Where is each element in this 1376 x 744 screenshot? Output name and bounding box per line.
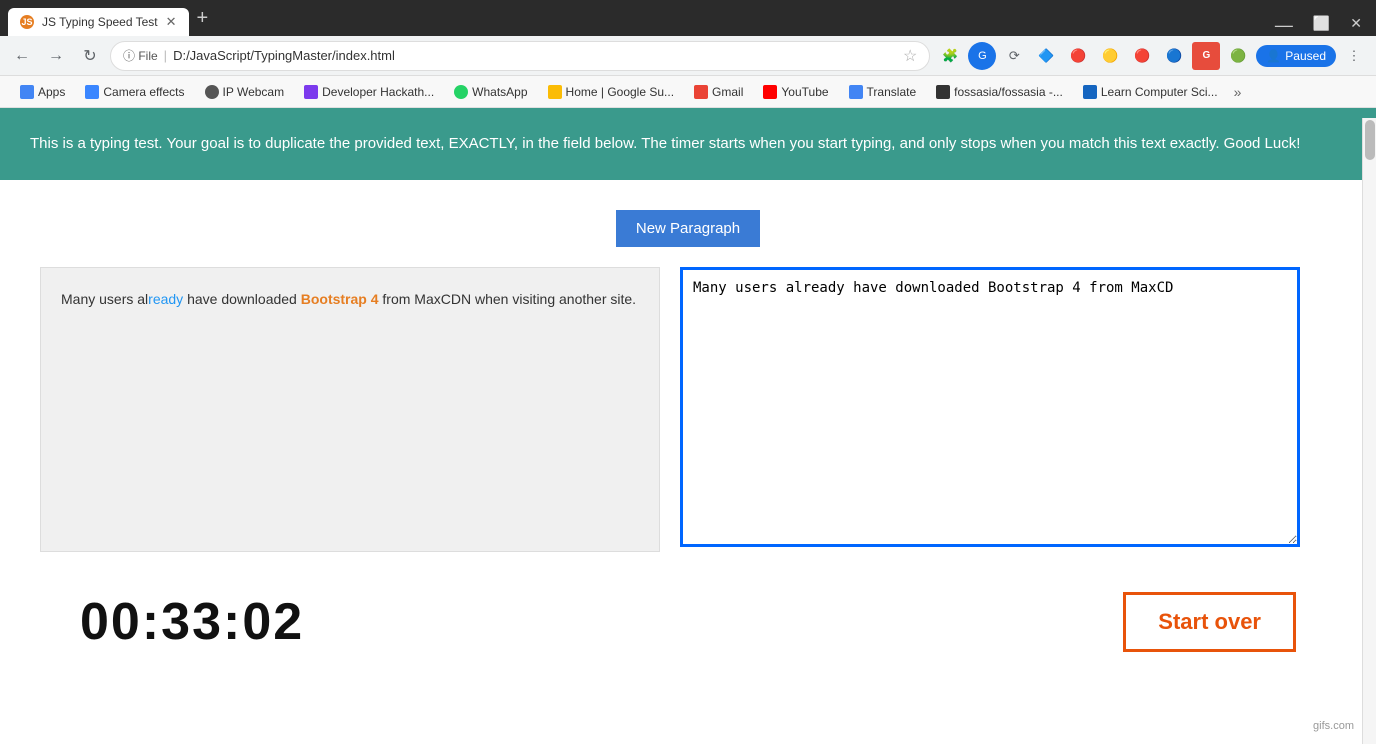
- google-icon: [548, 85, 562, 99]
- bookmark-learn[interactable]: Learn Computer Sci...: [1075, 83, 1226, 101]
- bookmark-translate[interactable]: Translate: [841, 83, 925, 101]
- gifs-watermark: gifs.com: [1309, 718, 1358, 734]
- timer-display: 00:33:02: [80, 592, 304, 652]
- refresh-button[interactable]: ↻: [76, 42, 104, 70]
- close-button[interactable]: ✕: [1350, 15, 1362, 36]
- learn-icon: [1083, 85, 1097, 99]
- bookmark-webcam[interactable]: IP Webcam: [197, 83, 293, 101]
- maximize-button[interactable]: ⬜: [1313, 15, 1330, 36]
- paused-button[interactable]: 👤 Paused: [1256, 45, 1336, 67]
- minimize-button[interactable]: —: [1275, 15, 1293, 36]
- gmail-icon: [694, 85, 708, 99]
- addon7-icon[interactable]: 🟢: [1224, 42, 1252, 70]
- addon1-icon[interactable]: 🔷: [1032, 42, 1060, 70]
- camera-icon: [85, 85, 99, 99]
- new-tab-button[interactable]: +: [189, 7, 217, 30]
- translate-icon: [849, 85, 863, 99]
- tab-title: JS Typing Speed Test: [42, 15, 158, 29]
- center-area: New Paragraph Many users already have do…: [40, 210, 1336, 552]
- star-icon[interactable]: ☆: [903, 46, 917, 66]
- scrollbar-thumb[interactable]: [1365, 120, 1375, 160]
- typing-input[interactable]: Many users already have downloaded Boots…: [680, 267, 1300, 547]
- source-text-box: Many users already have downloaded Boots…: [40, 267, 660, 552]
- bookmark-whatsapp[interactable]: WhatsApp: [446, 83, 535, 101]
- paused-label: Paused: [1285, 49, 1326, 63]
- fossasia-icon: [936, 85, 950, 99]
- bookmark-youtube[interactable]: YouTube: [755, 83, 836, 101]
- back-button[interactable]: ←: [8, 42, 36, 70]
- sync-icon[interactable]: ⟳: [1000, 42, 1028, 70]
- start-over-button[interactable]: Start over: [1123, 592, 1296, 652]
- scrollbar[interactable]: [1362, 118, 1376, 744]
- header-banner: This is a typing test. Your goal is to d…: [0, 108, 1376, 180]
- address-bar[interactable]: ⓘ File | D:/JavaScript/TypingMaster/inde…: [110, 41, 930, 71]
- webcam-icon: [205, 85, 219, 99]
- tab-favicon: JS: [20, 15, 34, 29]
- bookmarks-bar: Apps Camera effects IP Webcam Developer …: [0, 76, 1376, 108]
- window-controls: — ⬜ ✕: [1269, 15, 1368, 36]
- bookmark-apps[interactable]: Apps: [12, 83, 73, 101]
- tab-close-icon[interactable]: ✕: [166, 14, 177, 30]
- bookmark-google[interactable]: Home | Google Su...: [540, 83, 683, 101]
- browser-window: JS JS Typing Speed Test ✕ + — ⬜ ✕ ← → ↻ …: [0, 0, 1376, 682]
- bookmark-fossasia[interactable]: fossasia/fossasia -...: [928, 83, 1071, 101]
- address-url[interactable]: D:/JavaScript/TypingMaster/index.html: [173, 48, 897, 63]
- menu-icon[interactable]: ⋮: [1340, 42, 1368, 70]
- bookmark-camera[interactable]: Camera effects: [77, 83, 192, 101]
- bookmark-hackathon[interactable]: Developer Hackath...: [296, 83, 442, 101]
- address-file-label: ⓘ File: [123, 47, 158, 64]
- page-content: This is a typing test. Your goal is to d…: [0, 108, 1376, 682]
- forward-button[interactable]: →: [42, 42, 70, 70]
- addon5-icon[interactable]: 🔵: [1160, 42, 1188, 70]
- source-text-normal3: from MaxCDN when visiting another site.: [379, 291, 637, 307]
- active-tab[interactable]: JS JS Typing Speed Test ✕: [8, 8, 189, 36]
- instructions-text: This is a typing test. Your goal is to d…: [30, 132, 1346, 156]
- bottom-section: 00:33:02 Start over: [40, 592, 1336, 652]
- main-content: New Paragraph Many users already have do…: [0, 180, 1376, 682]
- source-text-blue1: ready: [148, 291, 183, 307]
- youtube-icon: [763, 85, 777, 99]
- content-row: Many users already have downloaded Boots…: [40, 267, 1336, 552]
- bookmark-gmail[interactable]: Gmail: [686, 83, 751, 101]
- source-text-normal1: Many users al: [61, 291, 148, 307]
- whatsapp-icon: [454, 85, 468, 99]
- apps-icon: [20, 85, 34, 99]
- typing-area: Many users already have downloaded Boots…: [680, 267, 1300, 552]
- new-paragraph-button[interactable]: New Paragraph: [616, 210, 760, 247]
- addon4-icon[interactable]: 🔴: [1128, 42, 1156, 70]
- profile-icon[interactable]: G: [968, 42, 996, 70]
- extensions-icon[interactable]: 🧩: [936, 42, 964, 70]
- hackathon-icon: [304, 85, 318, 99]
- source-text-normal2: have downloaded: [183, 291, 301, 307]
- addon6-icon[interactable]: G: [1192, 42, 1220, 70]
- addon2-icon[interactable]: 🔴: [1064, 42, 1092, 70]
- address-separator: |: [164, 48, 167, 63]
- user-avatar-icon: 👤: [1266, 49, 1281, 63]
- tab-bar: JS JS Typing Speed Test ✕ + — ⬜ ✕: [0, 0, 1376, 36]
- browser-toolbar: ← → ↻ ⓘ File | D:/JavaScript/TypingMaste…: [0, 36, 1376, 76]
- addon3-icon[interactable]: 🟡: [1096, 42, 1124, 70]
- source-text-orange: Bootstrap 4: [301, 291, 379, 307]
- bookmarks-more[interactable]: »: [1234, 84, 1242, 100]
- toolbar-actions: 🧩 G ⟳ 🔷 🔴 🟡 🔴 🔵 G 🟢 👤 Paused ⋮: [936, 42, 1368, 70]
